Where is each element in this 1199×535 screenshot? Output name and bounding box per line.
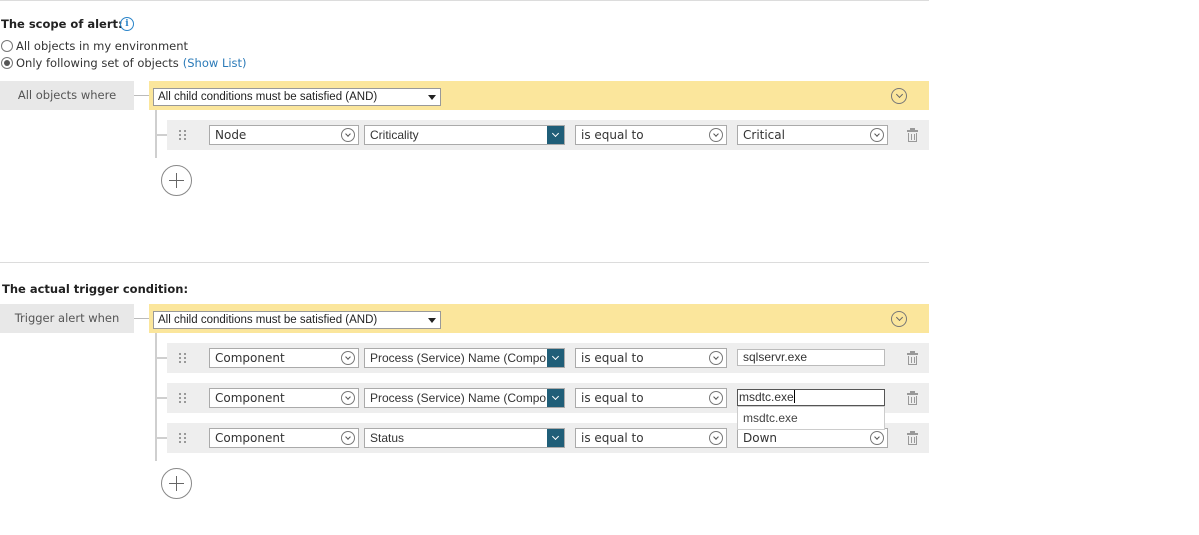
operator-select-value: is equal to [581, 431, 644, 445]
label-connector [134, 318, 149, 319]
add-condition-button[interactable] [161, 165, 192, 196]
dropdown-arrow-icon[interactable] [547, 429, 564, 447]
property-select-value: Criticality [370, 128, 419, 142]
chevron-down-circle-icon[interactable] [891, 88, 907, 104]
chevron-down-icon [870, 128, 884, 142]
radio-only-icon[interactable] [1, 57, 13, 69]
value-input-active[interactable]: msdtc.exe [737, 389, 885, 406]
chevron-down-icon [341, 391, 355, 405]
operator-select[interactable]: is equal to [575, 125, 727, 145]
drag-handle-icon[interactable] [179, 130, 187, 140]
value-input-value: msdtc.exe [739, 390, 794, 404]
trigger-condition-row: Component Process (Service) Name (Compo … [167, 343, 929, 373]
chevron-down-icon [709, 431, 723, 445]
trash-icon[interactable] [907, 431, 918, 445]
property-select[interactable]: Process (Service) Name (Compo [364, 388, 565, 408]
tree-branch [157, 357, 167, 359]
top-divider [0, 0, 929, 1]
chevron-down-icon [709, 351, 723, 365]
trigger-title: The actual trigger condition: [2, 282, 189, 296]
scope-title: The scope of alert: [1, 17, 123, 31]
radio-all-icon[interactable] [1, 40, 13, 52]
tree-branch [157, 134, 167, 136]
trigger-alert-when-label: Trigger alert when [0, 304, 134, 333]
drag-handle-icon[interactable] [179, 393, 187, 403]
dropdown-arrow-icon[interactable] [547, 349, 564, 367]
operator-select[interactable]: is equal to [575, 388, 727, 408]
chevron-down-icon [341, 351, 355, 365]
chevron-down-circle-icon[interactable] [891, 311, 907, 327]
operator-select-value: is equal to [581, 128, 644, 142]
dropdown-arrow-icon[interactable] [547, 126, 564, 144]
section-divider [0, 262, 929, 263]
all-objects-where-label: All objects where [0, 81, 134, 110]
object-select[interactable]: Node [209, 125, 359, 145]
value-input-value: sqlservr.exe [743, 350, 808, 364]
text-cursor [793, 390, 795, 403]
operator-select-value: is equal to [581, 391, 644, 405]
show-list-link[interactable]: (Show List) [183, 56, 247, 70]
scope-group-select-value: All child conditions must be satisfied (… [158, 91, 378, 103]
object-select[interactable]: Component [209, 428, 359, 448]
value-select[interactable]: Critical [737, 125, 888, 145]
label-connector [134, 95, 149, 96]
tree-branch [157, 397, 167, 399]
object-select[interactable]: Component [209, 348, 359, 368]
object-select-value: Component [215, 351, 285, 365]
radio-only-objects[interactable]: Only following set of objects (Show List… [1, 56, 247, 70]
caret-down-icon [428, 317, 436, 323]
info-icon[interactable]: i [120, 17, 134, 31]
chevron-down-icon [341, 128, 355, 142]
chevron-down-icon [341, 431, 355, 445]
object-select[interactable]: Component [209, 388, 359, 408]
scope-group-select[interactable]: All child conditions must be satisfied (… [153, 88, 441, 106]
radio-all-objects[interactable]: All objects in my environment [1, 39, 188, 53]
property-select[interactable]: Criticality [364, 125, 565, 145]
radio-all-label: All objects in my environment [16, 39, 189, 53]
chevron-down-icon [709, 128, 723, 142]
operator-select[interactable]: is equal to [575, 428, 727, 448]
property-select[interactable]: Status [364, 428, 565, 448]
trash-icon[interactable] [907, 351, 918, 365]
value-input[interactable]: sqlservr.exe [737, 349, 885, 366]
drag-handle-icon[interactable] [179, 433, 187, 443]
dropdown-arrow-icon[interactable] [547, 389, 564, 407]
scope-condition-row: Node Criticality is equal to Critical [167, 120, 929, 150]
object-select-value: Component [215, 391, 285, 405]
property-select[interactable]: Process (Service) Name (Compo [364, 348, 565, 368]
object-select-value: Component [215, 431, 285, 445]
property-select-value: Process (Service) Name (Compo [370, 351, 547, 365]
value-select[interactable]: Down [737, 428, 888, 448]
operator-select-value: is equal to [581, 351, 644, 365]
add-condition-button[interactable] [161, 468, 192, 499]
property-select-value: Process (Service) Name (Compo [370, 391, 547, 405]
value-select-value: Critical [743, 128, 785, 142]
caret-down-icon [428, 94, 436, 100]
radio-only-label: Only following set of objects [16, 56, 179, 70]
drag-handle-icon[interactable] [179, 353, 187, 363]
trigger-group-select[interactable]: All child conditions must be satisfied (… [153, 311, 441, 329]
operator-select[interactable]: is equal to [575, 348, 727, 368]
property-select-value: Status [370, 431, 405, 445]
trash-icon[interactable] [907, 128, 918, 142]
object-select-value: Node [215, 128, 247, 142]
tree-branch [157, 437, 167, 439]
chevron-down-icon [709, 391, 723, 405]
autocomplete-option[interactable]: msdtc.exe [737, 406, 885, 430]
chevron-down-icon [870, 431, 884, 445]
value-select-value: Down [743, 431, 778, 445]
trigger-group-select-value: All child conditions must be satisfied (… [158, 314, 378, 326]
trash-icon[interactable] [907, 391, 918, 405]
